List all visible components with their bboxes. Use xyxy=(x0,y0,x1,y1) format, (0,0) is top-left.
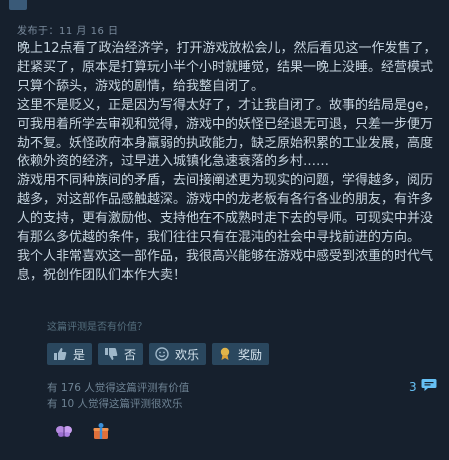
thumbs-up-icon xyxy=(52,346,68,362)
product-thumbnail[interactable] xyxy=(9,0,27,10)
review-paragraph: 晚上12点看了政治经济学，打开游戏放松会儿，然后看见这一作发售了，赶紧买了，原本… xyxy=(17,41,437,94)
smiley-icon xyxy=(154,346,170,362)
comments-link[interactable]: 3 xyxy=(409,378,437,395)
helpful-question: 这篇评测是否有价值？ xyxy=(47,322,147,333)
vote-funny-label: 欢乐 xyxy=(175,347,200,362)
vote-funny-button[interactable]: 欢乐 xyxy=(149,343,207,365)
top-strip xyxy=(0,0,449,10)
vote-yes-button[interactable]: 是 xyxy=(47,343,93,365)
vote-yes-label: 是 xyxy=(73,347,86,362)
review-paragraph: 我个人非常喜欢这一部作品，我很高兴能够在游戏中感受到浓重的时代气息，祝创作团队们… xyxy=(17,248,434,283)
review-card: 发布于：11 月 16 日 晚上12点看了政治经济学，打开游戏放松会儿，然后看见… xyxy=(0,0,449,460)
award-gift-icon[interactable] xyxy=(92,422,110,440)
helpful-count: 有 176 人觉得这篇评测有价值 xyxy=(47,382,190,394)
award-ribbon-icon xyxy=(217,346,233,362)
review-paragraph: 游戏用不同种族间的矛盾，去间接阐述更为现实的问题，学得越多，阅历越多，对这部作品… xyxy=(17,173,434,246)
review-body: 晚上12点看了政治经济学，打开游戏放松会儿，然后看见这一作发售了，赶紧买了，原本… xyxy=(17,40,442,286)
award-butterfly-icon[interactable] xyxy=(55,422,73,440)
award-button[interactable]: 奖励 xyxy=(212,343,270,365)
thumbs-down-icon xyxy=(103,346,119,362)
vote-no-label: 否 xyxy=(124,347,137,362)
funny-count: 有 10 人觉得这篇评测很欢乐 xyxy=(47,398,183,410)
comment-count: 3 xyxy=(409,379,417,394)
vote-buttons: 是 否 欢乐 奖励 xyxy=(47,343,270,365)
speech-bubble-icon xyxy=(421,378,437,395)
posted-date: 发布于：11 月 16 日 xyxy=(17,26,119,37)
review-paragraph: 这里不是贬义，正是因为写得太好了，才让我自闭了。故事的结局是ge，可我用着所学去… xyxy=(17,97,437,170)
vote-no-button[interactable]: 否 xyxy=(98,343,144,365)
award-label: 奖励 xyxy=(238,347,263,362)
